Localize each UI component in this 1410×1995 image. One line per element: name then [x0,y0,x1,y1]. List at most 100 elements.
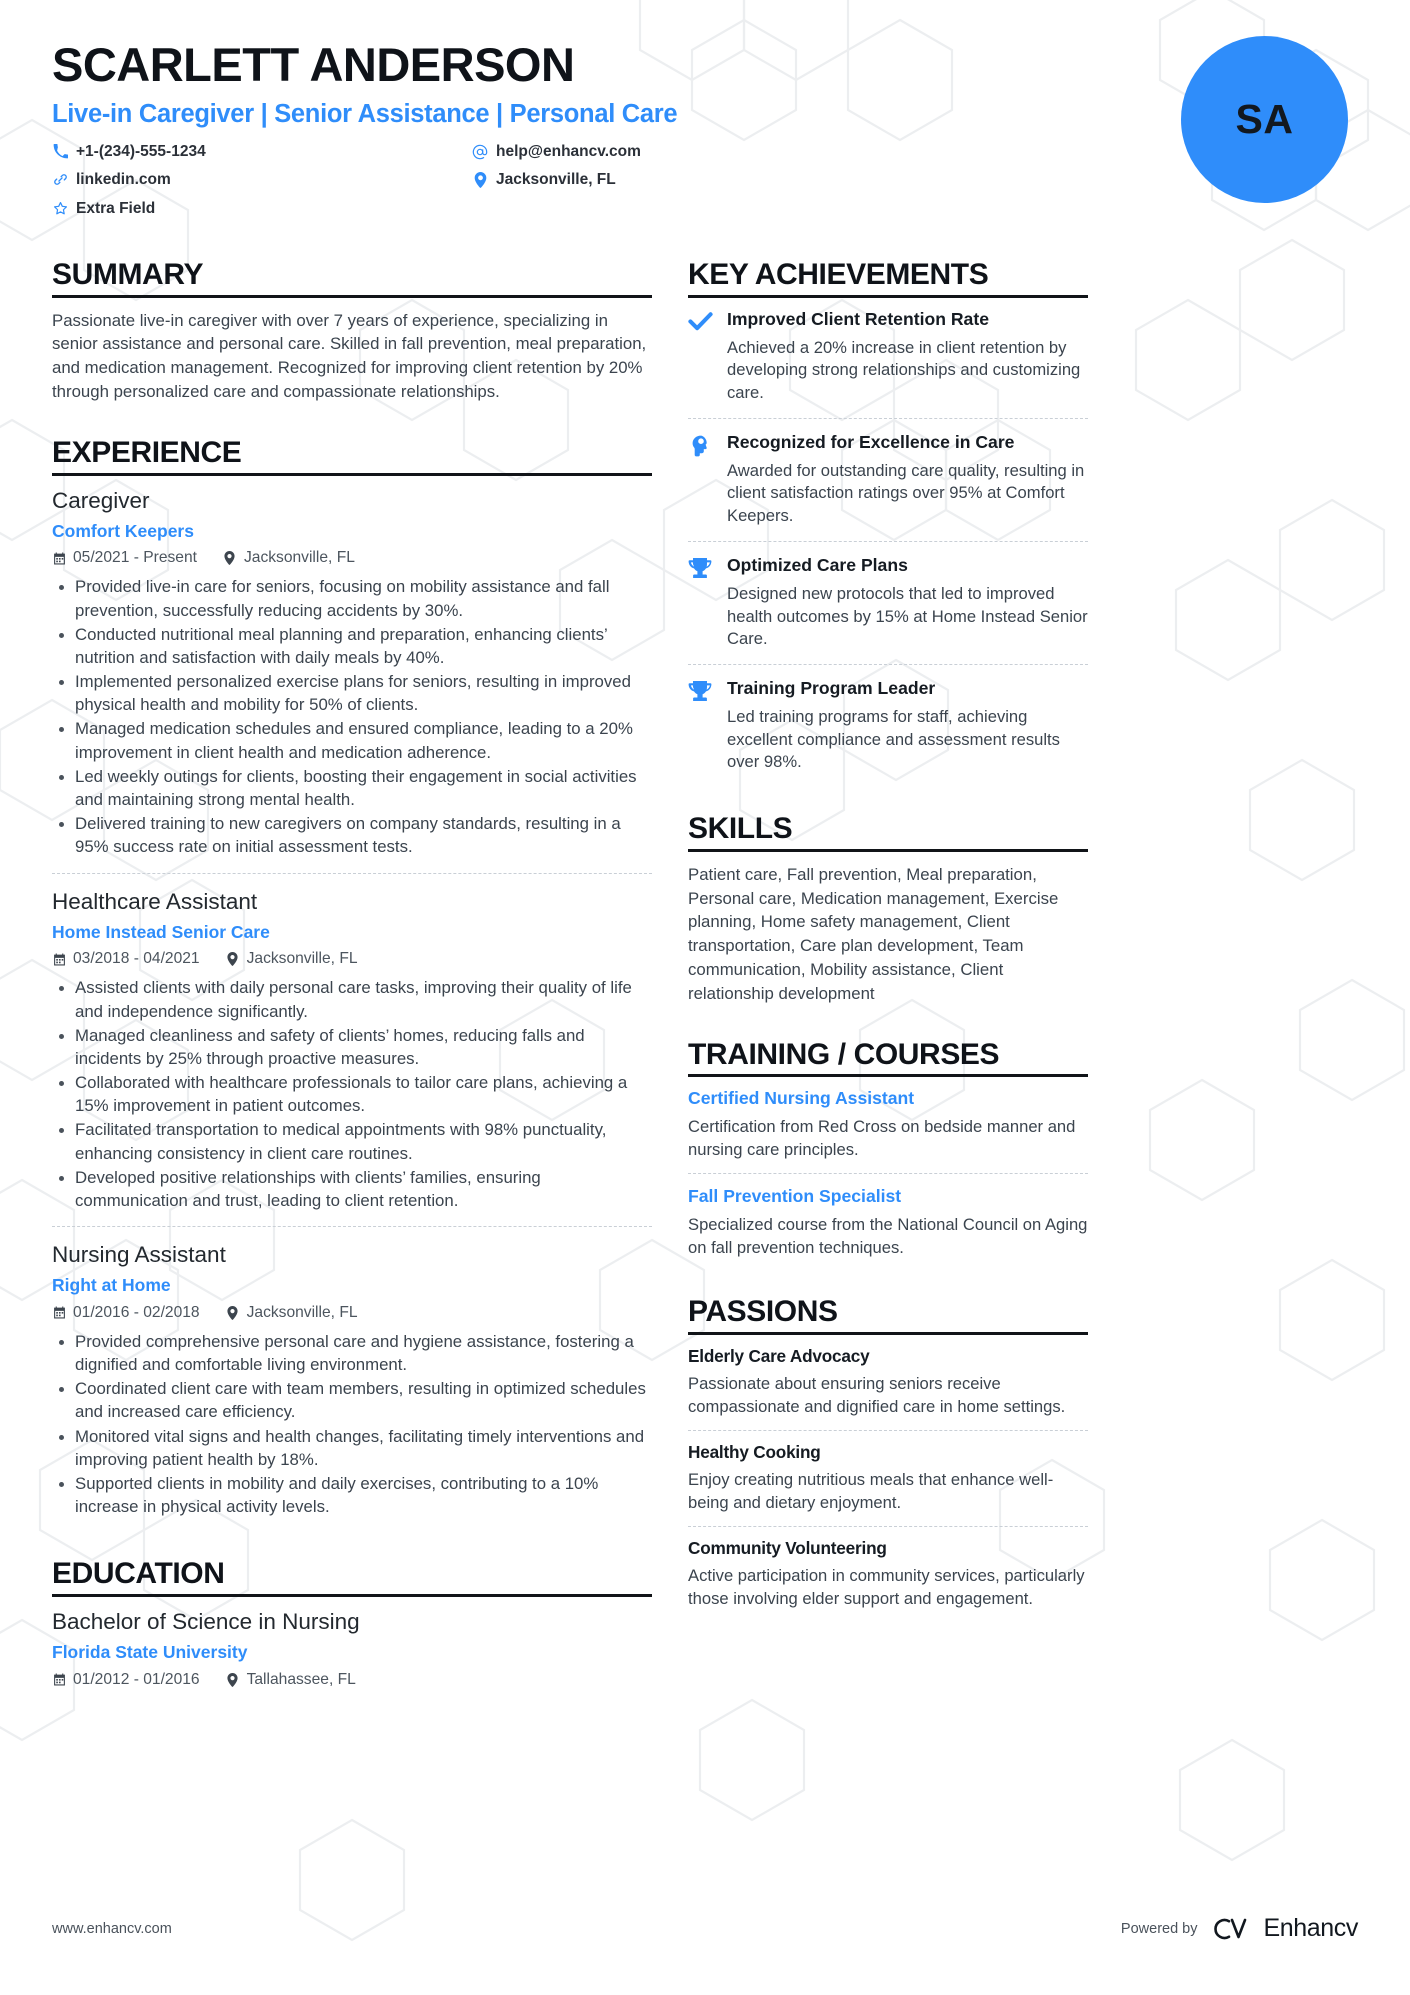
contact-email[interactable]: help@enhancv.com [472,140,852,163]
summary-text: Passionate live-in caregiver with over 7… [52,310,647,402]
job-bullet: Led weekly outings for clients, boosting… [59,765,652,811]
education-location: Tallahassee, FL [226,1671,356,1689]
job-bullet: Collaborated with healthcare professiona… [59,1071,652,1117]
achievement-item: Training Program Leader Led training pro… [688,664,1088,787]
achievement-item: Improved Client Retention Rate Achieved … [688,309,1088,418]
calendar-icon [52,1673,66,1687]
passion-desc: Passionate about ensuring seniors receiv… [688,1374,1066,1417]
passion-title: Healthy Cooking [688,1441,821,1462]
section-title-key-achievements: KEY ACHIEVEMENTS [688,258,1088,298]
section-title-summary: SUMMARY [52,258,652,298]
contact-phone-value: +1-(234)-555-1234 [76,143,206,161]
job-bullet: Provided live-in care for seniors, focus… [59,575,652,621]
job-bullet: Facilitated transportation to medical ap… [59,1118,652,1164]
job-bullet: Provided comprehensive personal care and… [59,1330,652,1376]
job-location: Jacksonville, FL [226,1304,358,1322]
section-title-education: EDUCATION [52,1557,652,1597]
job-bullet: Managed medication schedules and ensured… [59,717,652,763]
job-bullet: Coordinated client care with team member… [59,1377,652,1423]
resume-header: SCARLETT ANDERSON Live-in Caregiver | Se… [52,36,1358,226]
job-bullet: Delivered training to new caregivers on … [59,812,652,858]
enhancv-wordmark: Enhancv [1263,1914,1359,1942]
contact-location[interactable]: Jacksonville, FL [472,168,852,191]
achievement-desc: Led training programs for staff, achievi… [727,707,1060,772]
job-meta: 03/2018 - 04/2021 Jacksonville, FL [52,950,652,968]
page-footer: www.enhancv.com Powered by Enhancv [52,1914,1358,1943]
experience-entry: Healthcare Assistant Home Instead Senior… [52,872,652,1227]
section-title-experience: EXPERIENCE [52,436,652,476]
education-degree: Bachelor of Science in Nursing [52,1608,360,1634]
trophy-icon [688,555,714,651]
achievement-item: Optimized Care Plans Designed new protoc… [688,540,1088,664]
calendar-icon [52,551,66,565]
section-experience: EXPERIENCE Caregiver Comfort Keepers 05/… [52,436,652,1532]
education-dates: 01/2012 - 01/2016 [52,1671,200,1689]
job-company[interactable]: Home Instead Senior Care [52,921,652,944]
education-dates-value: 01/2012 - 01/2016 [73,1670,200,1688]
achievement-desc: Awarded for outstanding care quality, re… [727,460,1085,526]
passion-title: Elderly Care Advocacy [688,1345,870,1366]
job-location-value: Jacksonville, FL [243,549,355,567]
job-bullets: Assisted clients with daily personal car… [52,976,652,1212]
calendar-icon [52,952,66,966]
powered-by-label: Powered by [1120,1920,1198,1937]
passion-title: Community Volunteering [688,1537,887,1558]
course-desc: Specialized course from the National Cou… [688,1214,1088,1257]
enhancv-mark-icon [1212,1916,1256,1942]
job-meta: 05/2021 - Present Jacksonville, FL [52,549,652,567]
achievement-title: Training Program Leader [727,678,936,699]
job-bullet: Conducted nutritional meal planning and … [59,623,652,669]
job-role: Caregiver [52,487,150,513]
contact-linkedin[interactable]: linkedin.com [52,168,472,191]
course-item: Fall Prevention Specialist Specialized c… [688,1172,1088,1270]
section-title-skills: SKILLS [688,812,1088,852]
enhancv-logo[interactable]: Enhancv [1212,1914,1359,1943]
job-dates: 03/2018 - 04/2021 [52,950,200,968]
location-icon [472,171,488,188]
job-location: Jacksonville, FL [223,549,355,567]
job-meta: 01/2016 - 02/2018 Jacksonville, FL [52,1304,652,1322]
course-title[interactable]: Fall Prevention Specialist [688,1186,1088,1208]
link-icon [52,172,68,188]
experience-entry: Nursing Assistant Right at Home 01/2016 … [52,1226,652,1532]
job-company[interactable]: Comfort Keepers [52,520,652,543]
trophy-icon [688,678,714,774]
contact-email-value: help@enhancv.com [496,143,641,161]
achievement-title: Recognized for Excellence in Care [727,431,1015,452]
job-role: Nursing Assistant [52,1242,226,1268]
passion-item: Elderly Care Advocacy Passionate about e… [688,1346,1088,1430]
section-title-passions: PASSIONS [688,1295,1088,1335]
passion-item: Community Volunteering Active participat… [688,1525,1088,1622]
calendar-icon [52,1306,66,1320]
star-icon [52,200,68,216]
job-company[interactable]: Right at Home [52,1274,652,1297]
contact-linkedin-value: linkedin.com [76,171,171,189]
section-title-training-courses: TRAINING / COURSES [688,1038,1088,1078]
job-dates: 01/2016 - 02/2018 [52,1304,200,1322]
section-training-courses: TRAINING / COURSES Certified Nursing Ass… [688,1038,1088,1270]
location-icon [226,952,240,967]
check-icon [688,309,714,405]
course-item: Certified Nursing Assistant Certificatio… [688,1088,1088,1172]
job-bullet: Developed positive relationships with cl… [59,1166,652,1212]
achievement-desc: Achieved a 20% increase in client retent… [727,337,1081,403]
job-bullet: Assisted clients with daily personal car… [59,976,652,1022]
achievement-item: Recognized for Excellence in Care Awarde… [688,417,1088,541]
head-idea-icon [688,432,714,528]
contact-extra-field-value: Extra Field [76,199,156,217]
footer-url[interactable]: www.enhancv.com [52,1921,172,1937]
location-icon [226,1305,240,1320]
job-bullet: Managed cleanliness and safety of client… [59,1024,652,1070]
job-dates: 05/2021 - Present [52,549,197,567]
skills-text: Patient care, Fall prevention, Meal prep… [688,864,1059,1003]
education-school[interactable]: Florida State University [52,1641,652,1664]
experience-entry: Caregiver Comfort Keepers 05/2021 - Pres… [52,487,652,873]
course-desc: Certification from Red Cross on bedside … [688,1117,1076,1160]
job-bullets: Provided live-in care for seniors, focus… [52,575,652,858]
contact-phone[interactable]: +1-(234)-555-1234 [52,140,472,163]
candidate-headline: Live-in Caregiver | Senior Assistance | … [52,99,678,128]
contact-extra-field[interactable]: Extra Field [52,197,472,220]
passion-desc: Active participation in community servic… [688,1566,1085,1608]
course-title[interactable]: Certified Nursing Assistant [688,1088,1088,1110]
achievement-desc: Designed new protocols that led to impro… [727,583,1088,649]
